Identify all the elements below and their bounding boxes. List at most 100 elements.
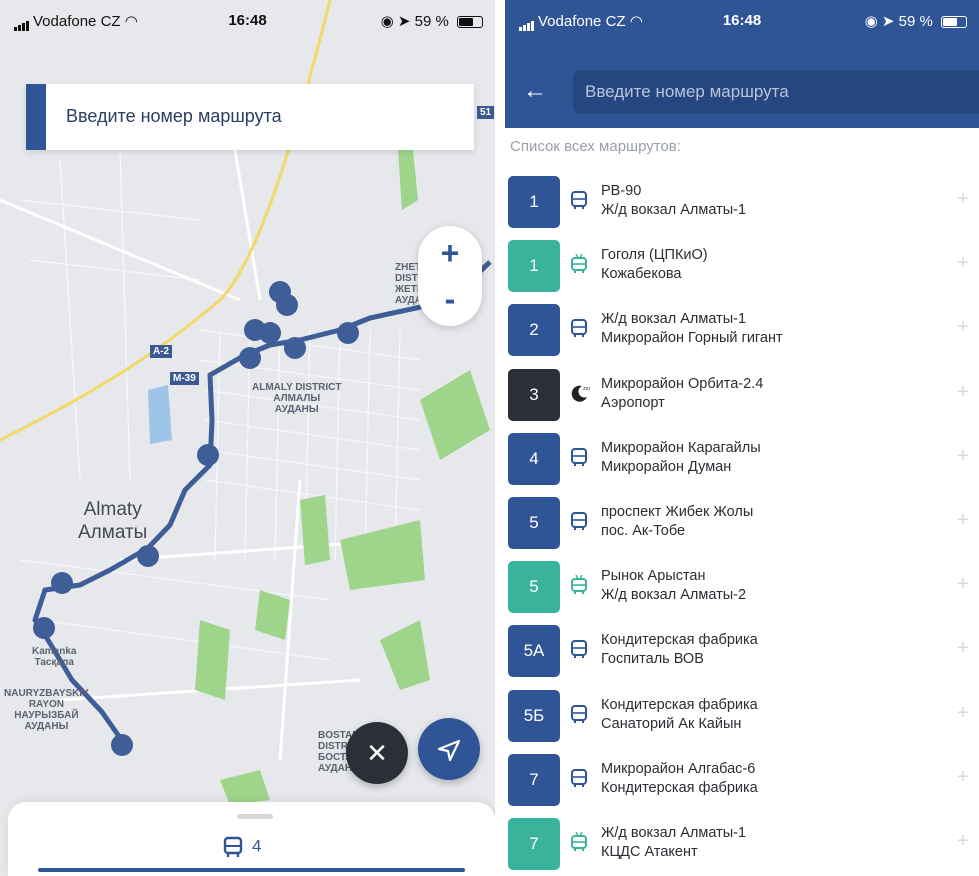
close-button[interactable]: ✕ xyxy=(346,722,408,784)
route-to: Аэропорт xyxy=(601,394,665,411)
zoom-out-button[interactable]: - xyxy=(418,282,482,316)
route-to: Кожабекова xyxy=(601,266,682,283)
route-item[interactable]: 7 Микрорайон Алгабас-6 Кондитерская фабрик… xyxy=(505,748,979,812)
stop-marker xyxy=(259,322,281,344)
almaly-district-label: ALMALY DISTRICT АЛМАЛЫ АУДАНЫ xyxy=(252,382,342,415)
route-item[interactable]: 1 Гоголя (ЦПКиО) Кожабекова + xyxy=(505,234,979,298)
close-icon: ✕ xyxy=(366,738,388,768)
vehicle-count-value: 4 xyxy=(252,836,262,856)
route-item[interactable]: 5 Рынок Арыстан Ж/д вокзал Алматы-2 + xyxy=(505,555,979,619)
route-from: Микрорайон Алгабас-6 xyxy=(601,760,756,777)
route-number-badge: 7 xyxy=(508,818,560,870)
night-moon-icon: zzz xyxy=(570,383,591,403)
route-from: Ж/д вокзал Алматы-1 xyxy=(601,825,747,841)
bus-icon xyxy=(570,190,588,210)
route-endpoints: проспект Жибек Жолы пос. Ак-Тобе xyxy=(601,503,753,541)
route-from: Гоголя (ЦПКиО) xyxy=(601,247,708,264)
route-item[interactable]: 5А Кондитерская фабрика Госпиталь ВОВ + xyxy=(505,619,979,683)
battery-percent: 59 % xyxy=(414,13,449,30)
route-list-screen: Vodafone CZ ◠ 16:48 ◉ ➤ 59 % ← Список вс… xyxy=(505,0,979,876)
route-item[interactable]: 5Б Кондитерская фабрика Санаторий Ак Кайын… xyxy=(505,684,979,748)
battery-icon xyxy=(941,16,967,29)
add-favorite-button[interactable]: + xyxy=(957,637,969,660)
route-item[interactable]: 4 Микрорайон Карагайлы Микрорайон Думан + xyxy=(505,427,979,491)
status-bar: Vodafone CZ ◠ 16:48 ◉ ➤ 59 % xyxy=(0,0,495,40)
status-right: ◉ ➤ 59 % xyxy=(865,12,967,30)
route-endpoints: Микрорайон Карагайлы Микрорайон Думан xyxy=(601,439,761,477)
route-from: Ж/д вокзал Алматы-1 xyxy=(601,311,747,328)
route-number-badge: 5Б xyxy=(508,689,560,742)
route-item[interactable]: 5 проспект Жибек Жолы пос. Ак-Тобе + xyxy=(505,491,979,555)
add-favorite-button[interactable]: + xyxy=(957,316,969,339)
route-from: Рынок Арыстан xyxy=(601,568,706,585)
list-title: Список всех маршрутов: xyxy=(510,138,681,155)
stop-marker xyxy=(33,617,55,639)
city-label: Almaty Алматы xyxy=(78,499,148,543)
orientation-lock-icon: ◉ xyxy=(864,13,878,30)
road-shield-a2: A-2 xyxy=(150,345,173,358)
route-number-badge: 5 xyxy=(508,561,560,614)
route-endpoints: Микрорайон Орбита-2.4 Аэропорт xyxy=(601,375,763,413)
stop-marker xyxy=(276,294,298,316)
road-shield-m39: M-39 xyxy=(170,372,199,385)
stop-marker xyxy=(137,545,159,567)
location-icon: ➤ xyxy=(881,13,895,30)
route-to: КЦДС Атакент xyxy=(601,844,698,860)
route-search-input[interactable] xyxy=(573,70,979,114)
route-to: пос. Ак-Тобе xyxy=(601,523,686,539)
locate-button[interactable] xyxy=(418,718,480,780)
route-item[interactable]: 2 Ж/д вокзал Алматы-1 Микрорайон Горный ги… xyxy=(505,298,979,362)
trolleybus-icon xyxy=(570,253,588,274)
route-from: проспект Жибек Жолы xyxy=(601,504,754,520)
route-search-placeholder[interactable]: Введите номер маршрута xyxy=(66,106,282,127)
add-favorite-button[interactable]: + xyxy=(957,381,969,404)
route-endpoints: Гоголя (ЦПКиО) Кожабекова xyxy=(601,246,708,284)
drag-handle[interactable] xyxy=(237,814,273,819)
zoom-control: + - xyxy=(418,226,482,326)
add-favorite-button[interactable]: + xyxy=(957,445,969,468)
route-number-badge: 7 xyxy=(508,753,560,806)
route-endpoints: Кондитерская фабрика Госпиталь ВОВ xyxy=(601,631,758,669)
route-number-badge: 5А xyxy=(508,625,560,678)
route-item[interactable]: 3 zzz Микрорайон Орбита-2.4 Аэропорт + xyxy=(505,363,979,427)
stop-marker xyxy=(197,444,219,466)
nauryzbay-district-label: NAURYZBAYSKIY RAYON НАУРЫЗБАЙ АУДАНЫ xyxy=(4,688,89,732)
route-item[interactable]: 1 РВ-90 Ж/д вокзал Алматы-1 + xyxy=(505,170,979,234)
stop-marker xyxy=(337,322,359,344)
add-favorite-button[interactable]: + xyxy=(957,830,969,853)
tab-underline xyxy=(38,868,465,872)
zoom-in-button[interactable]: + xyxy=(418,236,482,270)
route-endpoints: Микрорайон Алгабас-6 Кондитерская фабрика xyxy=(601,760,758,798)
bus-icon xyxy=(223,836,243,857)
bus-icon xyxy=(570,447,588,467)
map-screen: A-2 M-39 51 ALMALY DISTRICT АЛМАЛЫ АУДАН… xyxy=(0,0,495,876)
add-favorite-button[interactable]: + xyxy=(957,252,969,275)
battery-percent: 59 % xyxy=(898,13,933,30)
route-item[interactable]: 7 Ж/д вокзал Алматы-1 КЦДС Атакент + xyxy=(505,812,979,876)
arrow-left-icon[interactable]: ← xyxy=(523,78,547,104)
bus-icon xyxy=(570,768,588,788)
route-to: Кондитерская фабрика xyxy=(601,779,758,796)
route-to: Госпиталь ВОВ xyxy=(601,651,704,668)
route-from: Кондитерская фабрика xyxy=(601,696,758,713)
route-number-badge: 1 xyxy=(508,240,560,293)
route-from: Микрорайон Карагайлы xyxy=(601,439,761,456)
add-favorite-button[interactable]: + xyxy=(957,573,969,596)
route-search-box[interactable]: Введите номер маршрута xyxy=(26,84,474,150)
add-favorite-button[interactable]: + xyxy=(957,509,969,532)
add-favorite-button[interactable]: + xyxy=(957,702,969,725)
reservoir xyxy=(148,385,172,444)
add-favorite-button[interactable]: + xyxy=(957,766,969,789)
bottom-sheet[interactable]: 4 xyxy=(8,802,495,876)
search-accent-bar xyxy=(26,84,46,150)
vehicle-count: 4 xyxy=(222,836,261,858)
route-endpoints: Ж/д вокзал Алматы-1 КЦДС Атакент xyxy=(601,824,746,862)
stop-marker xyxy=(239,347,261,369)
bus-icon xyxy=(570,704,588,724)
route-to: Микрорайон Думан xyxy=(601,458,732,475)
orientation-lock-icon: ◉ xyxy=(380,13,394,30)
route-number-badge: 4 xyxy=(508,432,560,485)
add-favorite-button[interactable]: + xyxy=(957,188,969,211)
route-endpoints: Рынок Арыстан Ж/д вокзал Алматы-2 xyxy=(601,567,746,605)
bus-icon xyxy=(570,511,588,531)
